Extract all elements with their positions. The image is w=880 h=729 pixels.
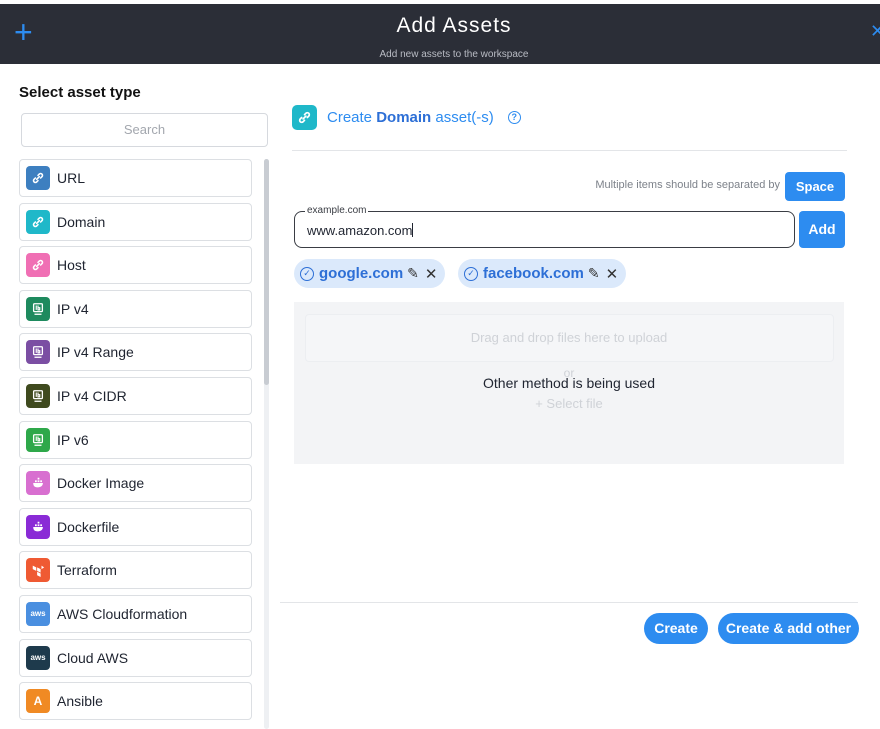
pencil-icon[interactable]: ✎ (407, 265, 419, 282)
check-circle-icon: ✓ (300, 266, 314, 281)
chip-label: google.com (319, 265, 404, 282)
domain-input-value[interactable]: www.amazon.com (307, 223, 414, 238)
sidebar-item-ansible[interactable]: A Ansible (19, 682, 252, 721)
asset-type-list: URL Domain Host IP v4 IP v4 Range IP v4 CIDR I… (19, 159, 252, 729)
search-input[interactable]: Search (21, 113, 268, 147)
sidebar-scrollbar-thumb[interactable] (264, 159, 269, 385)
plus-icon: + (535, 396, 547, 411)
sidebar-item-ip-v4[interactable]: IP v4 (19, 289, 252, 328)
sidebar-item-label: Host (57, 257, 86, 274)
header-divider (292, 150, 847, 151)
sidebar-item-ip-v6[interactable]: IP v6 (19, 420, 252, 459)
aws-icon: aws (26, 645, 50, 670)
sidebar-item-label: IP v4 (57, 300, 89, 317)
sidebar-item-ip-v4-cidr[interactable]: IP v4 CIDR (19, 376, 252, 415)
sidebar-item-domain[interactable]: Domain (19, 202, 252, 241)
footer-divider (280, 602, 858, 603)
create-heading-text: Create Domain asset(-s) (327, 108, 494, 126)
sidebar-item-label: IP v4 CIDR (57, 387, 127, 404)
sidebar-item-docker-image[interactable]: Docker Image (19, 464, 252, 503)
add-button[interactable]: Add (799, 211, 845, 248)
modal-title: Add Assets (396, 14, 512, 37)
sidebar-item-host[interactable]: Host (19, 246, 252, 285)
sidebar-item-label: Docker Image (57, 475, 145, 492)
select-file-button: + Select file (535, 396, 603, 411)
sidebar-item-terraform[interactable]: Terraform (19, 551, 252, 590)
close-icon[interactable]: ✕ (606, 265, 619, 283)
sidebar-item-label: Cloud AWS (57, 649, 129, 666)
sidebar-item-label: URL (57, 170, 86, 186)
sidebar-title: Select asset type (19, 84, 141, 101)
link-icon (26, 209, 50, 234)
close-icon[interactable]: ✕ (870, 22, 880, 40)
sidebar-item-cloud-aws[interactable]: aws Cloud AWS (19, 638, 252, 677)
create-add-other-button[interactable]: Create & add other (718, 613, 859, 644)
dropzone-text: Drag and drop files here to upload (470, 330, 668, 345)
create-heading: Create Domain asset(-s) ? (292, 104, 521, 130)
pencil-icon[interactable]: ✎ (588, 265, 600, 282)
dropzone-disabled-message: Other method is being used (483, 375, 655, 391)
sidebar-item-label: Ansible (57, 693, 103, 710)
sidebar-item-ip-v4-range[interactable]: IP v4 Range (19, 333, 252, 372)
ip-icon (26, 340, 50, 365)
sidebar-item-label: AWS Cloudformation (57, 605, 188, 622)
input-legend: example.com (305, 205, 369, 216)
domain-input-field[interactable]: example.com www.amazon.com (294, 205, 795, 248)
sidebar-item-label: Domain (57, 213, 106, 230)
help-icon[interactable]: ? (507, 110, 521, 124)
create-button[interactable]: Create (644, 613, 708, 644)
sidebar-item-label: IP v4 Range (57, 344, 134, 361)
ansible-icon: A (26, 689, 50, 714)
sidebar-item-aws-cloudformation[interactable]: aws AWS Cloudformation (19, 594, 252, 633)
ip-icon (26, 427, 50, 452)
link-icon (292, 104, 317, 130)
docker-icon (26, 471, 50, 496)
check-circle-icon: ✓ (464, 266, 478, 281)
sidebar-item-label: IP v6 (57, 431, 89, 448)
domain-chip: ✓ google.com ✎ ✕ (294, 259, 446, 288)
ip-icon (26, 296, 50, 321)
modal-header: + Add Assets Add new assets to the works… (0, 4, 880, 64)
sidebar-item-label: Terraform (57, 562, 117, 579)
sidebar-item-dockerfile[interactable]: Dockerfile (19, 507, 252, 546)
close-icon[interactable]: ✕ (425, 265, 438, 283)
link-icon (26, 166, 50, 190)
space-separator-button[interactable]: Space (785, 172, 845, 201)
sidebar-item-label: Dockerfile (57, 518, 120, 535)
modal-subtitle: Add new assets to the workspace (379, 49, 529, 60)
separator-hint: Multiple items should be separated by (595, 179, 780, 191)
sidebar-item-url[interactable]: URL (19, 159, 252, 197)
aws-icon: aws (26, 601, 50, 626)
link-icon (26, 253, 50, 278)
docker-icon (26, 514, 50, 539)
terraform-icon (26, 558, 50, 583)
chip-label: facebook.com (483, 265, 584, 282)
file-dropzone: Drag and drop files here to upload or + … (294, 302, 844, 464)
ip-icon (26, 383, 50, 408)
domain-chip: ✓ facebook.com ✎ ✕ (458, 259, 627, 288)
